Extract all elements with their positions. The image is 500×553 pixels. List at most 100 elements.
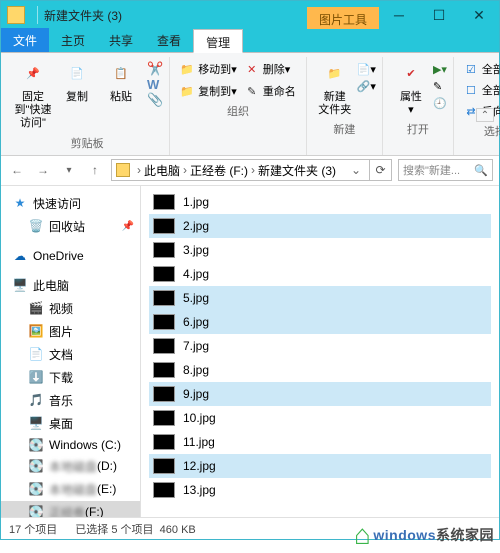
file-row[interactable]: 13.jpg — [149, 478, 491, 502]
file-row[interactable]: 1.jpg — [149, 190, 491, 214]
rename-button[interactable]: ✎重命名 — [241, 81, 300, 101]
chevron-icon[interactable]: › — [180, 163, 190, 177]
new-folder-button[interactable]: 📁 新建 文件夹 — [313, 59, 357, 119]
easy-access-icon[interactable]: 🔗▾ — [357, 80, 376, 93]
folder-icon — [7, 6, 25, 24]
sidebar-drive-c[interactable]: 💽 Windows (C:) — [1, 435, 140, 455]
copy-to-icon: 📁 — [180, 84, 194, 98]
breadcrumb-item[interactable]: 此电脑 — [144, 162, 180, 179]
back-button[interactable]: ← — [7, 160, 27, 180]
file-row[interactable]: 4.jpg — [149, 262, 491, 286]
tab-home[interactable]: 主页 — [49, 28, 97, 52]
search-input[interactable]: 搜索"新建... 🔍 — [398, 159, 493, 181]
properties-button[interactable]: ✔ 属性 ▾ — [389, 59, 433, 119]
sidebar-desktop[interactable]: 🖥️桌面 — [1, 412, 140, 435]
select-none-button[interactable]: ☐全部取消 — [460, 80, 500, 100]
file-row[interactable]: 2.jpg — [149, 214, 491, 238]
selected-size: 460 KB — [160, 524, 196, 536]
forward-button[interactable]: → — [33, 160, 53, 180]
sidebar-documents[interactable]: 📄文档 — [1, 343, 140, 366]
thumbnail-icon — [153, 338, 175, 354]
file-name: 5.jpg — [183, 291, 209, 305]
sidebar-videos[interactable]: 🎬视频 — [1, 297, 140, 320]
select-all-icon: ☑ — [464, 62, 478, 76]
tab-view[interactable]: 查看 — [145, 28, 193, 52]
history-icon[interactable]: 🕘 — [433, 97, 447, 110]
new-item-icon[interactable]: 📄▾ — [357, 63, 376, 76]
sidebar-pictures[interactable]: 🖼️图片 — [1, 320, 140, 343]
label: 桌面 — [49, 415, 73, 432]
select-none-icon: ☐ — [464, 83, 478, 97]
file-row[interactable]: 8.jpg — [149, 358, 491, 382]
thumbnail-icon — [153, 362, 175, 378]
address-dropdown[interactable]: ⌄ — [347, 163, 365, 177]
copy-button[interactable]: 📄 复制 — [55, 59, 99, 106]
label: 回收站 — [49, 218, 85, 235]
delete-label: 删除 — [263, 61, 285, 77]
drive-icon: 💽 — [29, 438, 43, 452]
file-list[interactable]: 1.jpg2.jpg3.jpg4.jpg 5.jpg 6.jpg7.jpg8.jpg… — [141, 186, 499, 517]
file-row[interactable]: 7.jpg — [149, 334, 491, 358]
copy-to-button[interactable]: 📁复制到 ▾ — [176, 81, 241, 101]
copy-path-icon[interactable]: W — [147, 77, 163, 92]
close-button[interactable]: ✕ — [459, 1, 499, 29]
file-row[interactable]: 3.jpg — [149, 238, 491, 262]
blurred-text: 本地磁盘 — [49, 458, 97, 475]
picture-tools-tab[interactable]: 图片工具 — [307, 7, 379, 29]
thumbnail-icon — [153, 314, 175, 330]
select-all-button[interactable]: ☑全部选择 — [460, 59, 500, 79]
up-button[interactable]: ↑ — [85, 160, 105, 180]
breadcrumb-item[interactable]: 新建文件夹 (3) — [258, 162, 336, 179]
sidebar-drive-e[interactable]: 💽本地磁盘(E:) — [1, 478, 140, 501]
label: Windows (C:) — [49, 438, 121, 452]
tab-manage[interactable]: 管理 — [193, 29, 243, 53]
thumbnail-icon — [153, 386, 175, 402]
cut-icon[interactable]: ✂️ — [147, 61, 163, 77]
window-title: 新建文件夹 (3) — [44, 7, 122, 24]
breadcrumb-item[interactable]: 正经卷 (F:) — [190, 162, 248, 179]
label: 音乐 — [49, 392, 73, 409]
recycle-icon: 🗑️ — [29, 219, 43, 233]
file-row[interactable]: 9.jpg — [149, 382, 491, 406]
address-bar[interactable]: › 此电脑 › 正经卷 (F:) › 新建文件夹 (3) ⌄ — [111, 159, 370, 181]
tab-share[interactable]: 共享 — [97, 28, 145, 52]
file-row[interactable]: 5.jpg — [149, 286, 491, 310]
file-name: 12.jpg — [183, 459, 216, 473]
open-icon[interactable]: ▶▾ — [433, 63, 447, 76]
sidebar-drive-d[interactable]: 💽本地磁盘(D:) — [1, 455, 140, 478]
move-to-icon: 📁 — [180, 62, 194, 76]
pc-icon: 🖥️ — [13, 278, 27, 292]
sidebar-this-pc[interactable]: 🖥️此电脑 — [1, 274, 140, 297]
label: (F:) — [85, 505, 104, 517]
ribbon-collapse-button[interactable]: ⌃ — [476, 108, 494, 122]
pin-icon: 📌 — [19, 61, 47, 89]
maximize-button[interactable]: ☐ — [419, 1, 459, 29]
sidebar-music[interactable]: 🎵音乐 — [1, 389, 140, 412]
file-row[interactable]: 11.jpg — [149, 430, 491, 454]
chevron-icon[interactable]: › — [248, 163, 258, 177]
pin-quick-access-button[interactable]: 📌 固定到"快速访问" — [11, 59, 55, 133]
sidebar-recycle-bin[interactable]: 🗑️回收站📌 — [1, 215, 140, 238]
label: (E:) — [97, 482, 116, 496]
minimize-button[interactable]: ─ — [379, 1, 419, 29]
paste-button[interactable]: 📋 粘贴 — [99, 59, 143, 106]
sidebar-downloads[interactable]: ⬇️下载 — [1, 366, 140, 389]
recent-dropdown[interactable]: ▾ — [59, 160, 79, 180]
group-new: 📁 新建 文件夹 📄▾ 🔗▾ 新建 — [307, 57, 383, 155]
thumbnail-icon — [153, 266, 175, 282]
tab-file[interactable]: 文件 — [1, 28, 49, 52]
chevron-icon[interactable]: › — [134, 163, 144, 177]
refresh-button[interactable]: ⟳ — [370, 159, 392, 181]
selected-count: 已选择 5 个项目 — [75, 524, 153, 536]
file-row[interactable]: 12.jpg — [149, 454, 491, 478]
copy-to-label: 复制到 — [198, 83, 231, 99]
edit-icon[interactable]: ✎ — [433, 80, 447, 93]
sidebar-onedrive[interactable]: ☁OneDrive — [1, 246, 140, 266]
move-to-button[interactable]: 📁移动到 ▾ — [176, 59, 241, 79]
file-row[interactable]: 6.jpg — [149, 310, 491, 334]
delete-button[interactable]: ✕删除 ▾ — [241, 59, 295, 79]
file-row[interactable]: 10.jpg — [149, 406, 491, 430]
sidebar-quick-access[interactable]: ★快速访问 — [1, 192, 140, 215]
sidebar-drive-f[interactable]: 💽正经卷(F:) — [1, 501, 140, 517]
paste-shortcut-icon[interactable]: 📎 — [147, 92, 163, 108]
